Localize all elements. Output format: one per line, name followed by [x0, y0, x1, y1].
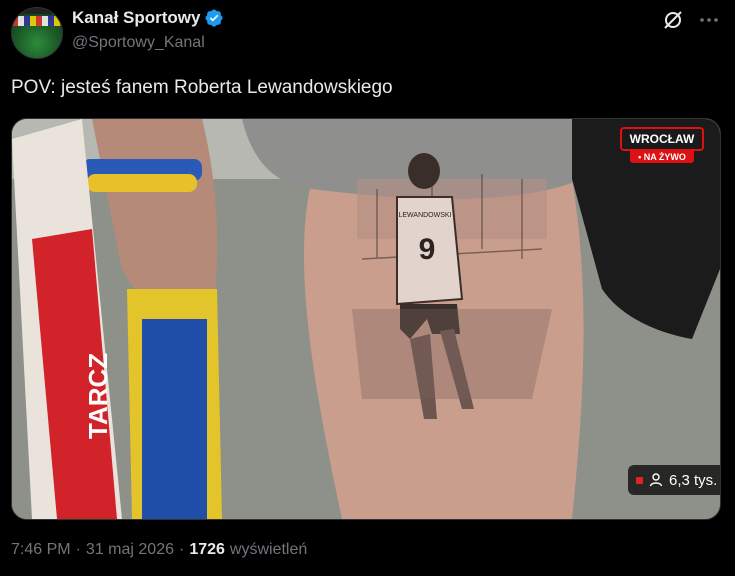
views-label: wyświetleń: [229, 541, 308, 558]
avatar-flags: [12, 16, 62, 26]
author-handle[interactable]: @Sportowy_Kanal: [72, 34, 205, 52]
tattoo-jersey-number: 9: [419, 233, 436, 266]
avatar[interactable]: [11, 7, 63, 59]
tweet-meta: 7:46 PM · 31 maj 2026 · 1726 wyświetleń: [11, 541, 307, 559]
more-icon[interactable]: [697, 8, 721, 32]
tweet-time[interactable]: 7:46 PM: [11, 541, 71, 559]
meta-separator: ·: [75, 541, 81, 558]
grok-icon[interactable]: [661, 8, 685, 32]
tweet-media-image[interactable]: TARCZ 9 LEWANDOWSKI WROCŁAW • NA ŻYWO 6,…: [11, 118, 721, 520]
author-name-row[interactable]: Kanał Sportowy: [72, 8, 224, 28]
live-badge-city: WROCŁAW: [620, 127, 704, 151]
viewer-count: 6,3 tys.: [669, 471, 718, 489]
tweet-date[interactable]: 31 maj 2026: [86, 541, 174, 559]
live-badge: WROCŁAW • NA ŻYWO: [620, 127, 704, 163]
person-icon: [649, 473, 663, 487]
viewer-count-badge: 6,3 tys.: [628, 465, 720, 495]
tattoo-jersey-name: LEWANDOWSKI: [398, 212, 451, 219]
meta-separator: ·: [178, 541, 185, 558]
views-count: 1726: [189, 541, 225, 558]
tweet-text: POV: jesteś fanem Roberta Lewandowskiego: [11, 77, 393, 98]
record-dot-icon: [636, 476, 643, 484]
verified-badge-icon: [205, 9, 224, 27]
tattoo-photo: TARCZ 9 LEWANDOWSKI: [12, 119, 720, 519]
live-badge-status: • NA ŻYWO: [630, 151, 694, 163]
avatar-stripe: [12, 8, 62, 14]
author-display-name[interactable]: Kanał Sportowy: [72, 8, 200, 28]
scarf-text: TARCZ: [83, 353, 113, 439]
